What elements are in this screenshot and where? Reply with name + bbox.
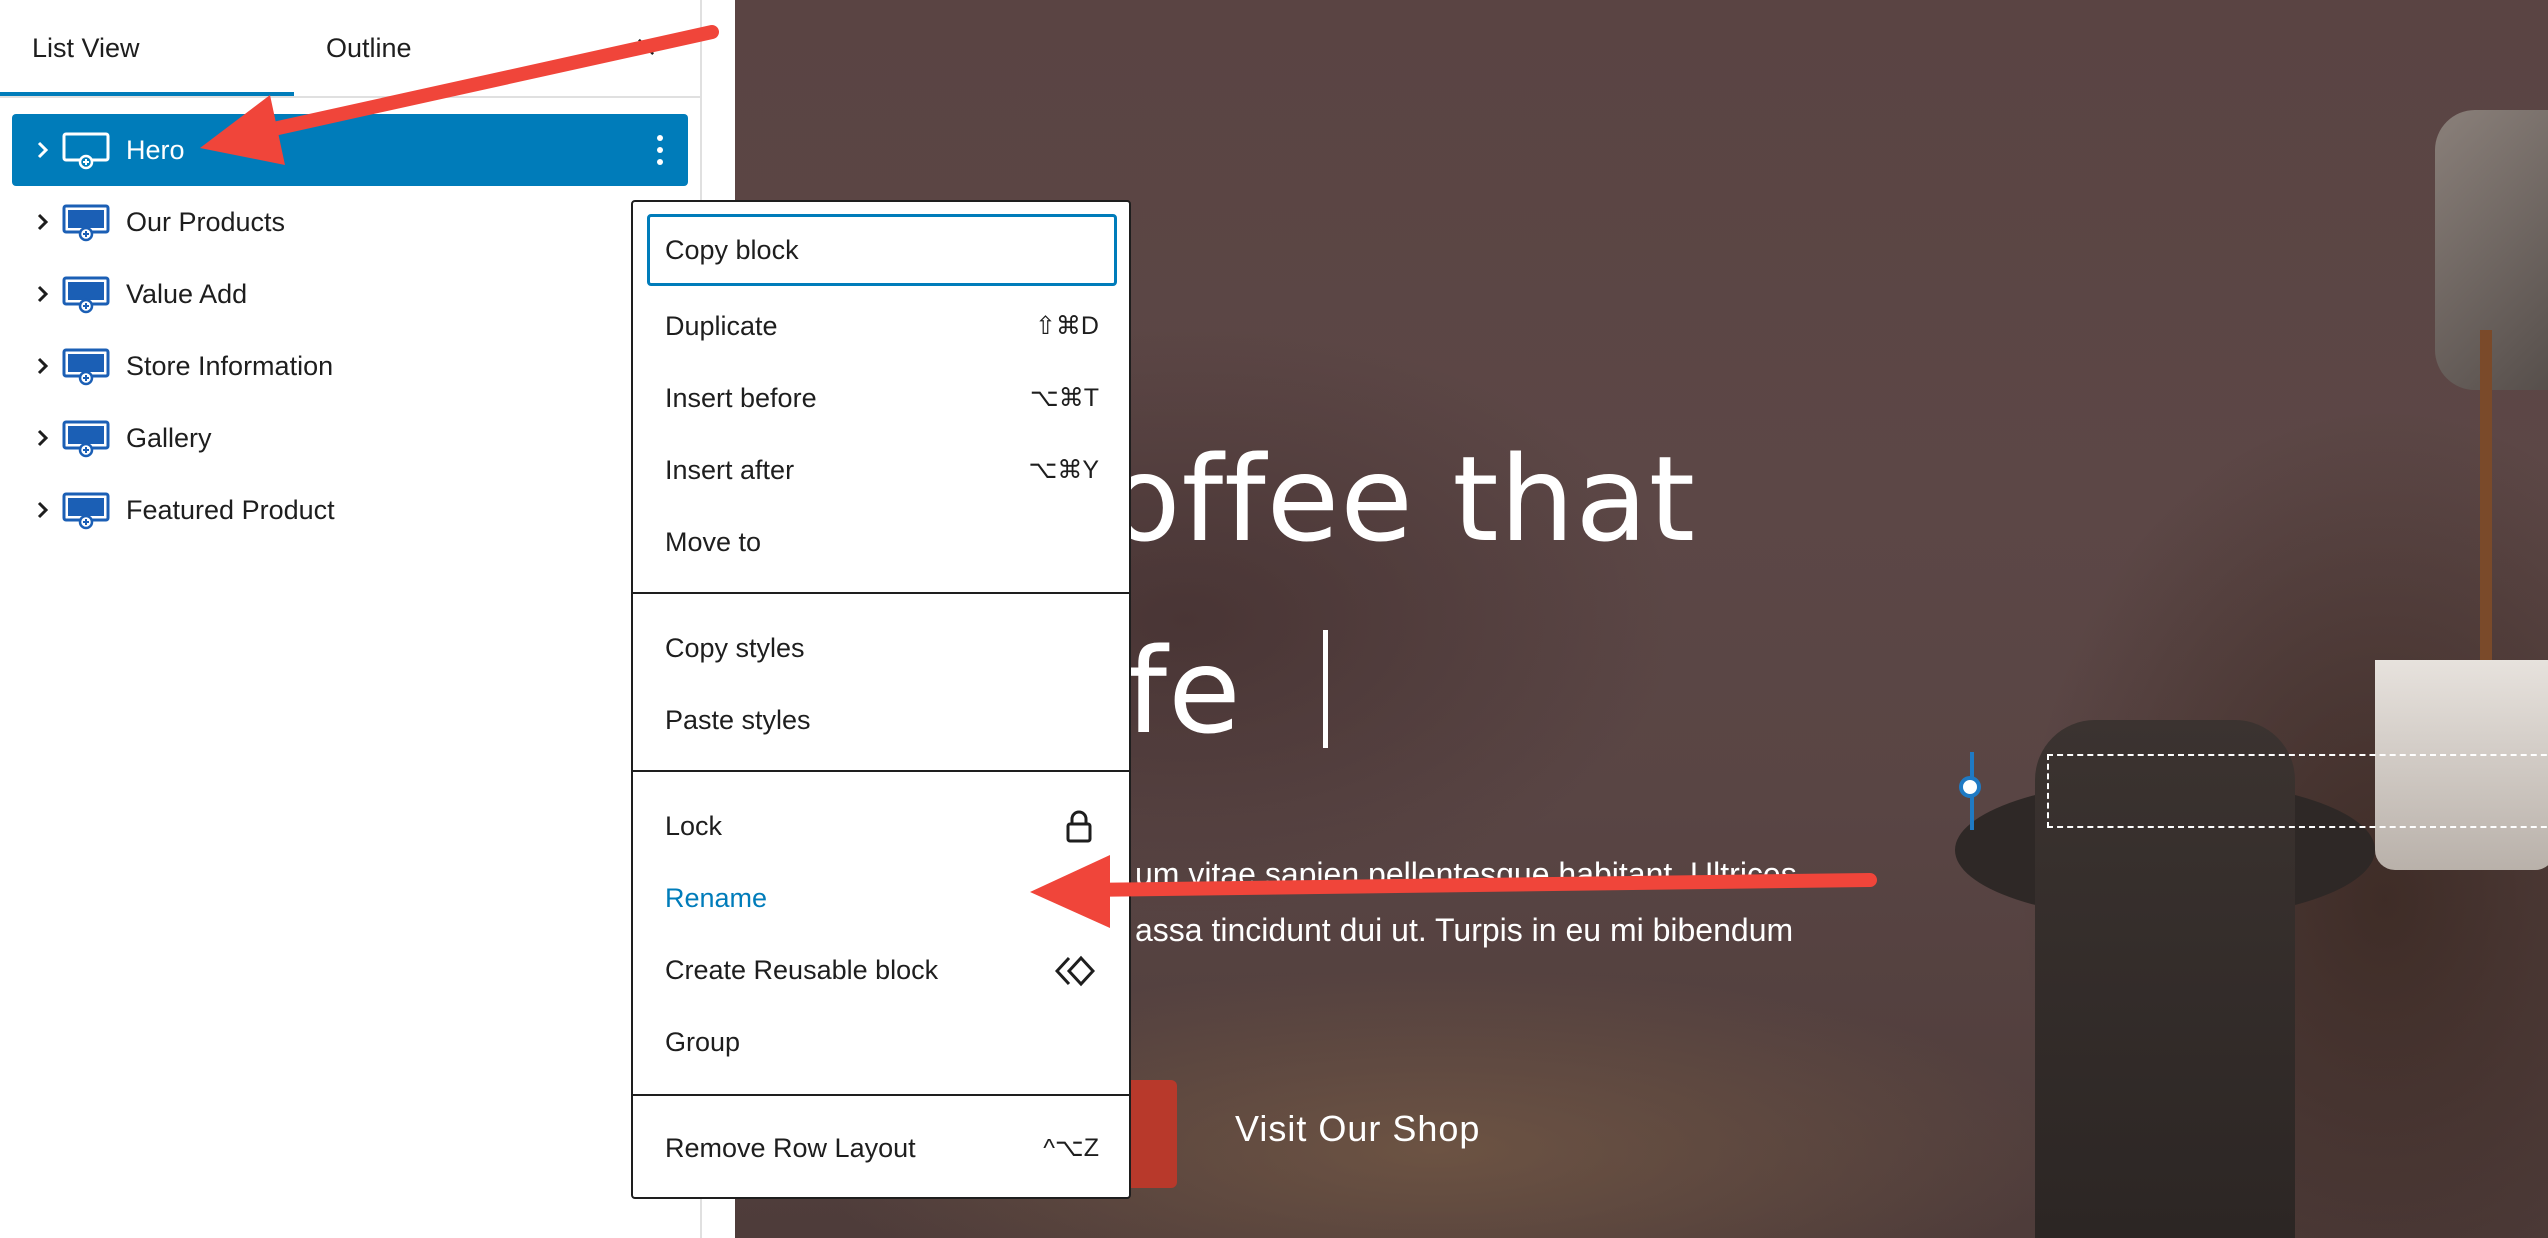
tab-list-view[interactable]: List View [32, 0, 140, 96]
menu-item-label: Create Reusable block [665, 955, 939, 985]
list-item-value-add[interactable]: Value Add [12, 258, 688, 330]
menu-item-group[interactable]: Group [647, 1006, 1117, 1078]
active-tab-indicator [0, 92, 294, 96]
menu-item-paste-styles[interactable]: Paste styles [647, 684, 1117, 756]
sidebar-tabs: List View Outline × [0, 0, 700, 98]
menu-item-rename[interactable]: Rename [647, 862, 1117, 934]
row-block-icon [62, 420, 114, 458]
menu-item-label: Paste styles [665, 705, 811, 735]
menu-item-shortcut: ⌥⌘T [1029, 384, 1099, 412]
block-options-menu: Copy block Duplicate ⇧⌘D Insert before ⌥… [631, 200, 1131, 1199]
row-block-icon [62, 492, 114, 530]
list-view-sidebar: List View Outline × Hero Our Products Va… [0, 0, 702, 1238]
coffee-stream-image [2480, 330, 2492, 690]
chevron-right-icon[interactable] [30, 426, 54, 450]
list-item-label: Gallery [126, 423, 212, 453]
row-block-icon [62, 276, 114, 314]
row-block-icon [62, 348, 114, 386]
menu-item-label: Move to [665, 527, 762, 557]
list-item-store-information[interactable]: Store Information [12, 330, 688, 402]
menu-item-create-reusable-block[interactable]: Create Reusable block [647, 934, 1117, 1006]
empty-block-placeholder[interactable] [2047, 754, 2548, 828]
menu-item-label: Copy styles [665, 633, 805, 663]
menu-item-label: Copy block [665, 235, 799, 265]
chevron-right-icon[interactable] [30, 498, 54, 522]
list-item-featured-product[interactable]: Featured Product [12, 474, 688, 546]
menu-divider [633, 770, 1129, 772]
chevron-right-icon[interactable] [30, 282, 54, 306]
menu-item-lock[interactable]: Lock [647, 790, 1117, 862]
menu-divider [633, 1094, 1129, 1096]
menu-item-insert-after[interactable]: Insert after ⌥⌘Y [647, 434, 1117, 506]
menu-item-label: Rename [665, 883, 768, 913]
menu-item-copy-styles[interactable]: Copy styles [647, 612, 1117, 684]
close-icon[interactable]: × [626, 22, 666, 72]
list-item-label: Hero [126, 135, 185, 165]
menu-item-label: Insert before [665, 383, 817, 413]
block-tree: Hero Our Products Value Add Store Inform… [12, 114, 688, 546]
list-item-label: Store Information [126, 351, 334, 381]
menu-item-shortcut: ^⌥Z [1043, 1134, 1099, 1162]
reusable-block-icon [1054, 954, 1096, 988]
text-caret [1323, 630, 1328, 748]
list-item-gallery[interactable]: Gallery [12, 402, 688, 474]
tab-outline[interactable]: Outline [326, 0, 412, 96]
menu-item-duplicate[interactable]: Duplicate ⇧⌘D [647, 290, 1117, 362]
hero-paragraph-line-1[interactable]: um vitae sapien pellentesque habitant. U… [1135, 856, 1797, 893]
menu-item-label: Group [665, 1027, 741, 1057]
more-options-icon[interactable] [648, 130, 672, 170]
menu-item-label: Insert after [665, 455, 795, 485]
visit-shop-button[interactable]: Visit Our Shop [1235, 1108, 1480, 1150]
list-item-hero[interactable]: Hero [12, 114, 688, 186]
menu-item-label: Duplicate [665, 311, 778, 341]
list-item-label: Value Add [126, 279, 248, 309]
spacer-resize-knob[interactable] [1959, 776, 1981, 798]
menu-item-label: Remove Row Layout [665, 1133, 916, 1163]
menu-item-remove-row-layout[interactable]: Remove Row Layout ^⌥Z [647, 1112, 1117, 1184]
hero-paragraph-line-2[interactable]: assa tincidunt dui ut. Turpis in eu mi b… [1135, 912, 1793, 949]
menu-item-shortcut: ⇧⌘D [1034, 312, 1099, 340]
list-item-label: Our Products [126, 207, 286, 237]
list-item-label: Featured Product [126, 495, 335, 525]
menu-item-label: Lock [665, 811, 723, 841]
lock-icon [1063, 810, 1095, 844]
menu-divider [633, 592, 1129, 594]
row-block-icon [62, 132, 114, 170]
menu-item-shortcut: ⌥⌘Y [1028, 456, 1099, 484]
row-block-icon [62, 204, 114, 242]
list-item-our-products[interactable]: Our Products [12, 186, 688, 258]
menu-item-insert-before[interactable]: Insert before ⌥⌘T [647, 362, 1117, 434]
menu-item-move-to[interactable]: Move to [647, 506, 1117, 578]
chevron-right-icon[interactable] [30, 138, 54, 162]
menu-item-copy-block[interactable]: Copy block [647, 214, 1117, 286]
chevron-right-icon[interactable] [30, 210, 54, 234]
chevron-right-icon[interactable] [30, 354, 54, 378]
